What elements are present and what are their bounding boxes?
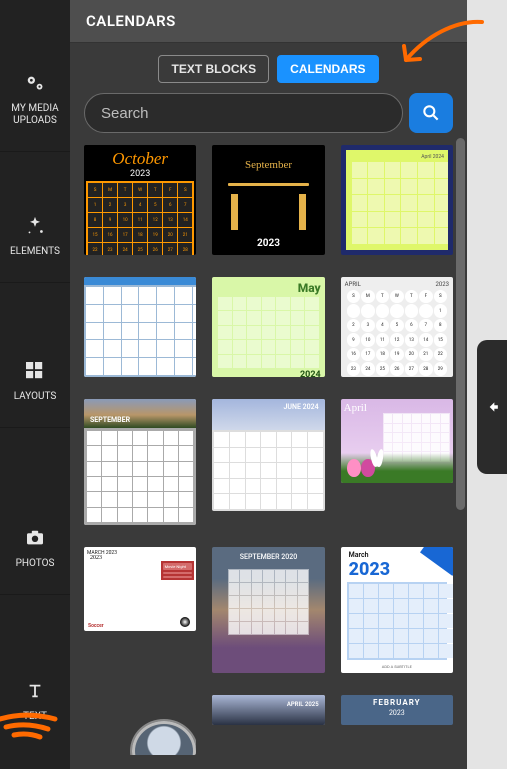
rail-layouts[interactable]: LAYOUTS (0, 283, 70, 428)
sparkle-icon (24, 212, 46, 240)
camera-icon (25, 524, 45, 552)
collapse-panel-button[interactable] (477, 340, 507, 474)
template-april-2023-circles[interactable]: APRIL2023 SMTWTFS12345678910111213141516… (341, 277, 453, 377)
rail-label: PHOTOS (16, 558, 55, 570)
soccer-ball-icon (180, 617, 190, 627)
tab-text-blocks[interactable]: TEXT BLOCKS (158, 55, 269, 83)
template-blue-grid-2024[interactable] (84, 277, 196, 377)
rail-label: TEXT (23, 711, 47, 723)
template-february-2023[interactable]: FEBRUARY 2023 (341, 695, 453, 725)
template-march-2023-soccer[interactable]: MARCH 2023 2023 Movie Night Soccer (84, 547, 196, 631)
rail-text[interactable]: TEXT (0, 595, 70, 747)
search-button[interactable] (409, 93, 453, 133)
calendars-panel: CALENDARS TEXT BLOCKS CALENDARS October … (70, 0, 467, 769)
template-june-2024[interactable]: JUNE 2024 (212, 399, 324, 511)
rail-photos[interactable]: PHOTOS (0, 428, 70, 595)
scrollbar-thumb[interactable] (456, 138, 465, 510)
search-icon (421, 103, 441, 123)
gears-icon (24, 69, 46, 97)
template-march-2023-blue[interactable]: March 2023 ADD A SUBTITLE (341, 547, 453, 673)
search-row (70, 93, 467, 145)
tab-calendars[interactable]: CALENDARS (277, 55, 378, 83)
template-may-2024[interactable]: May 2024 (212, 277, 324, 377)
panel-title: CALENDARS (70, 0, 467, 43)
template-september-photo[interactable]: SEPTEMBER (84, 399, 196, 525)
text-icon (26, 677, 44, 705)
circular-frame-icon (132, 721, 196, 755)
rail-my-media-uploads[interactable]: MY MEDIA UPLOADS (0, 55, 70, 152)
template-september-2023[interactable]: September 2023 (212, 145, 324, 255)
rail-label: ELEMENTS (10, 246, 60, 258)
templates-grid: October 2023 SMTWTFS12345678910111213141… (84, 145, 453, 755)
template-april-2025[interactable]: APRIL 2025 (212, 695, 324, 725)
rail-elements[interactable]: ELEMENTS (0, 152, 70, 283)
tab-row: TEXT BLOCKS CALENDARS (70, 43, 467, 93)
arrow-left-icon (485, 400, 499, 414)
canvas-edge (467, 0, 507, 769)
left-rail: MY MEDIA UPLOADS ELEMENTS LAYOUTS PHOTOS… (0, 0, 70, 769)
template-september-2020-landscape[interactable]: SEPTEMBER 2020 (212, 547, 324, 673)
search-input[interactable] (84, 93, 403, 133)
easter-egg-icon (347, 459, 361, 477)
template-april-easter[interactable]: April (341, 399, 453, 483)
layouts-icon (26, 357, 44, 385)
rail-label: MY MEDIA UPLOADS (0, 103, 70, 127)
templates-scroll[interactable]: October 2023 SMTWTFS12345678910111213141… (70, 145, 467, 769)
template-october-2023[interactable]: October 2023 SMTWTFS12345678910111213141… (84, 145, 196, 255)
template-april-2024-lime[interactable]: April 2024 (341, 145, 453, 255)
template-circular[interactable] (84, 695, 196, 755)
rail-label: LAYOUTS (14, 391, 57, 403)
